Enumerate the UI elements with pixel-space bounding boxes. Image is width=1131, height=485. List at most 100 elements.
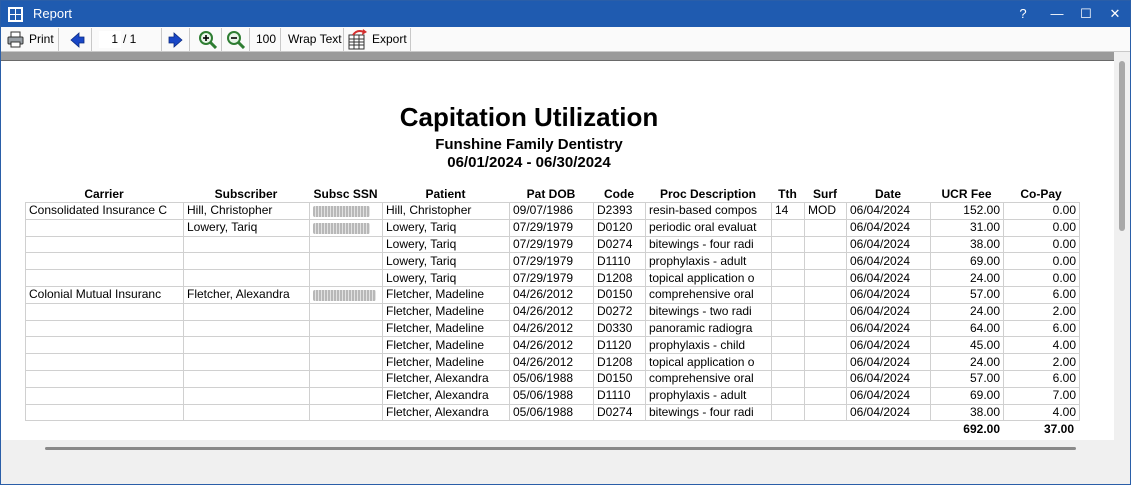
table-cell: prophylaxis - adult bbox=[645, 386, 772, 405]
table-cell: 4.00 bbox=[1003, 336, 1080, 355]
table-cell: D0120 bbox=[593, 218, 646, 237]
table-cell bbox=[183, 319, 310, 338]
table-row: Lowery, Tariq Lowery, Tariq 07/29/1979 D012… bbox=[25, 218, 1080, 237]
table-cell bbox=[309, 353, 383, 371]
table-cell: 07/29/1979 bbox=[509, 235, 594, 254]
column-header: Co-Pay bbox=[1020, 187, 1062, 201]
table-cell: Fletcher, Madeline bbox=[382, 302, 510, 321]
horizontal-scroll-thumb[interactable] bbox=[45, 447, 1076, 450]
column-header: Subsc SSN bbox=[313, 187, 378, 201]
table-cell bbox=[25, 386, 184, 405]
table-cell bbox=[771, 269, 805, 287]
column-header: Tth bbox=[778, 187, 797, 201]
column-header: UCR Fee bbox=[941, 187, 992, 201]
table-cell: 64.00 bbox=[930, 319, 1004, 338]
printer-icon bbox=[7, 31, 24, 48]
zoom-in-button[interactable] bbox=[194, 28, 222, 51]
table-cell: Lowery, Tariq bbox=[183, 218, 310, 237]
table-cell: Hill, Christopher bbox=[183, 202, 310, 220]
column-header: Carrier bbox=[84, 187, 124, 201]
table-cell: 06/04/2024 bbox=[846, 319, 931, 338]
table-cell: 06/04/2024 bbox=[846, 369, 931, 388]
table-cell: 0.00 bbox=[1003, 202, 1080, 220]
export-button[interactable]: Export bbox=[345, 28, 411, 51]
zoom-out-button[interactable] bbox=[222, 28, 250, 51]
table-cell bbox=[804, 403, 847, 422]
table-cell: 06/04/2024 bbox=[846, 269, 931, 287]
wrap-text-button[interactable]: Wrap Text bbox=[284, 28, 344, 51]
zoom-100-button[interactable]: 100 bbox=[252, 28, 281, 51]
table-row: Fletcher, Madeline 04/26/2012 D0330 panoram… bbox=[25, 319, 1080, 338]
table-cell: 06/04/2024 bbox=[846, 336, 931, 355]
table-cell: D0150 bbox=[593, 369, 646, 388]
table-cell bbox=[309, 269, 383, 287]
table-cell bbox=[183, 403, 310, 422]
table-cell: 2.00 bbox=[1003, 302, 1080, 321]
table-row: Fletcher, Alexandra 05/06/1988 D0150 compre… bbox=[25, 369, 1080, 388]
close-button[interactable]: ✕ bbox=[1101, 4, 1129, 24]
table-cell: topical application o bbox=[645, 269, 772, 287]
table-row: Fletcher, Madeline 04/26/2012 D1120 prophyl… bbox=[25, 336, 1080, 355]
table-cell bbox=[309, 369, 383, 388]
table-cell: Lowery, Tariq bbox=[382, 269, 510, 287]
table-cell: 05/06/1988 bbox=[509, 386, 594, 405]
table-cell bbox=[183, 336, 310, 355]
table-cell bbox=[804, 353, 847, 371]
print-label: Print bbox=[29, 32, 54, 46]
table-cell: 06/04/2024 bbox=[846, 202, 931, 220]
column-header: Patient bbox=[425, 187, 466, 201]
table-cell bbox=[771, 218, 805, 237]
table-row: Colonial Mutual Insuranc Fletcher, Alexan… bbox=[25, 285, 1080, 304]
table-cell bbox=[183, 269, 310, 287]
table-cell: 04/26/2012 bbox=[509, 302, 594, 321]
table-cell: 24.00 bbox=[930, 353, 1004, 371]
table-cell: 06/04/2024 bbox=[846, 353, 931, 371]
table-row: Lowery, Tariq 07/29/1979 D0274 bitewings - … bbox=[25, 235, 1080, 254]
table-cell bbox=[309, 252, 383, 271]
next-page-button[interactable] bbox=[161, 28, 190, 51]
table-cell: 06/04/2024 bbox=[846, 285, 931, 304]
table-cell: 31.00 bbox=[930, 218, 1004, 237]
column-header: Subscriber bbox=[214, 187, 278, 201]
table-cell bbox=[771, 285, 805, 304]
date-range: 06/01/2024 - 06/30/2024 bbox=[447, 154, 611, 171]
app-grid-icon bbox=[8, 7, 23, 22]
window-title: Report bbox=[33, 6, 73, 21]
column-header: Pat DOB bbox=[526, 187, 576, 201]
table-row: Fletcher, Madeline 04/26/2012 D1208 topical… bbox=[25, 353, 1080, 371]
table-cell: Fletcher, Madeline bbox=[382, 285, 510, 304]
table-cell bbox=[25, 252, 184, 271]
report-table: Consolidated Insurance C Hill, Christophe… bbox=[25, 202, 1080, 422]
redacted-ssn bbox=[313, 205, 370, 217]
page-number-input[interactable]: 1 bbox=[99, 31, 121, 48]
vertical-scroll-thumb[interactable] bbox=[1119, 61, 1125, 231]
table-cell: Fletcher, Alexandra bbox=[183, 285, 310, 304]
table-cell: 7.00 bbox=[1003, 386, 1080, 405]
table-cell: prophylaxis - child bbox=[645, 336, 772, 355]
table-cell bbox=[804, 369, 847, 388]
table-cell: 0.00 bbox=[1003, 252, 1080, 271]
maximize-button[interactable]: ☐ bbox=[1072, 4, 1100, 24]
table-cell bbox=[309, 403, 383, 422]
table-cell: 24.00 bbox=[930, 302, 1004, 321]
table-cell: bitewings - four radi bbox=[645, 403, 772, 422]
table-cell bbox=[771, 353, 805, 371]
help-button[interactable]: ? bbox=[1009, 4, 1037, 24]
export-label: Export bbox=[372, 32, 407, 46]
table-cell: 07/29/1979 bbox=[509, 269, 594, 287]
table-cell: 24.00 bbox=[930, 269, 1004, 287]
table-cell bbox=[804, 235, 847, 254]
column-header: Code bbox=[604, 187, 634, 201]
print-button[interactable]: Print bbox=[3, 28, 59, 51]
table-row: Fletcher, Madeline 04/26/2012 D0272 bitewin… bbox=[25, 302, 1080, 321]
table-cell: D0272 bbox=[593, 302, 646, 321]
previous-page-button[interactable] bbox=[63, 28, 92, 51]
table-cell bbox=[804, 252, 847, 271]
arrow-left-icon bbox=[70, 32, 85, 48]
minimize-button[interactable]: — bbox=[1043, 4, 1071, 24]
table-cell bbox=[309, 386, 383, 405]
table-cell: 04/26/2012 bbox=[509, 336, 594, 355]
table-cell bbox=[309, 235, 383, 254]
table-cell: panoramic radiogra bbox=[645, 319, 772, 338]
table-cell bbox=[309, 202, 383, 220]
